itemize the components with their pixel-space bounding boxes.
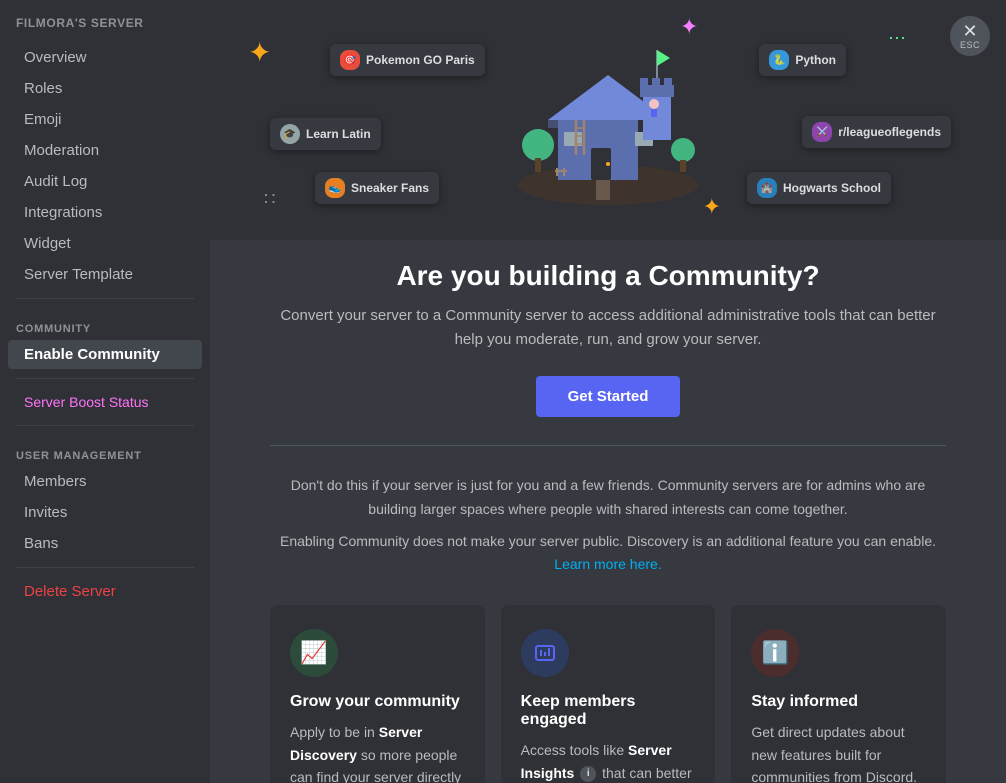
keep-engaged-desc: Access tools like Server Insights i that… xyxy=(521,739,696,783)
section-community: Community xyxy=(0,307,210,339)
star-decoration-pink: ✦ xyxy=(680,14,698,40)
content-area: Are you building a Community? Convert yo… xyxy=(210,240,1006,783)
grow-community-icon: 📈 xyxy=(290,629,338,677)
latin-icon: 🎓 xyxy=(280,124,300,144)
pokemon-icon: 🎯 xyxy=(340,50,360,70)
sidebar-item-integrations[interactable]: Integrations xyxy=(8,198,202,227)
divider-community xyxy=(16,298,194,299)
section-user-management: User Management xyxy=(0,434,210,466)
feature-card-engage: Keep members engaged Access tools like S… xyxy=(501,605,716,783)
star-decoration-2: ✦ xyxy=(703,194,721,220)
divider-danger xyxy=(16,567,194,568)
server-name: Filmora's Server xyxy=(0,16,210,42)
sidebar-item-bans[interactable]: Bans xyxy=(8,529,202,558)
close-icon: ✕ xyxy=(962,22,977,40)
floating-card-sneaker: 👟 Sneaker Fans xyxy=(315,172,439,204)
sidebar-item-delete-server[interactable]: Delete Server xyxy=(8,577,202,606)
sidebar-item-invites[interactable]: Invites xyxy=(8,498,202,527)
stay-informed-title: Stay informed xyxy=(751,693,926,711)
warning-text-1: Don't do this if your server is just for… xyxy=(270,474,946,522)
grow-community-title: Grow your community xyxy=(290,693,465,711)
esc-label: ESC xyxy=(960,40,980,50)
learn-more-link[interactable]: Learn more here. xyxy=(554,556,661,572)
floating-card-pokemon: 🎯 Pokemon GO Paris xyxy=(330,44,485,76)
sidebar-item-widget[interactable]: Widget xyxy=(8,229,202,258)
community-subtitle: Convert your server to a Community serve… xyxy=(278,304,938,352)
floating-card-hogwarts: 🏰 Hogwarts School xyxy=(747,172,891,204)
feature-card-informed: ℹ️ Stay informed Get direct updates abou… xyxy=(731,605,946,783)
divider-boost xyxy=(16,378,194,379)
divider-user-mgmt xyxy=(16,425,194,426)
stay-informed-desc: Get direct updates about new features bu… xyxy=(751,721,926,783)
main-content: ✕ ESC ✦ ✦ ✦ ∷ ⋯ 🎯 Pokemon GO Paris 🐍 Pyt… xyxy=(210,0,1006,783)
league-icon: ⚔️ xyxy=(812,122,832,142)
hero-area: ✦ ✦ ✦ ∷ ⋯ 🎯 Pokemon GO Paris 🐍 Python 🎓 … xyxy=(210,0,1006,240)
keep-engaged-title: Keep members engaged xyxy=(521,693,696,729)
sidebar-item-server-template[interactable]: Server Template xyxy=(8,260,202,289)
sneaker-icon: 👟 xyxy=(325,178,345,198)
page-title: Are you building a Community? xyxy=(270,260,946,292)
sidebar-item-roles[interactable]: Roles xyxy=(8,74,202,103)
feature-cards: 📈 Grow your community Apply to be in Ser… xyxy=(270,605,946,783)
teal-dots-decoration: ⋯ xyxy=(888,28,906,49)
warning-text-2: Enabling Community does not make your se… xyxy=(270,530,946,578)
stay-informed-icon: ℹ️ xyxy=(751,629,799,677)
info-icon: i xyxy=(580,766,596,782)
sidebar-item-server-boost[interactable]: Server Boost Status xyxy=(8,388,202,416)
divider-main xyxy=(270,445,946,446)
hogwarts-icon: 🏰 xyxy=(757,178,777,198)
sidebar-item-overview[interactable]: Overview xyxy=(8,43,202,72)
python-icon: 🐍 xyxy=(769,50,789,70)
sidebar-item-emoji[interactable]: Emoji xyxy=(8,105,202,134)
sidebar-item-enable-community[interactable]: Enable Community xyxy=(8,340,202,369)
floating-card-python: 🐍 Python xyxy=(759,44,846,76)
floating-card-latin: 🎓 Learn Latin xyxy=(270,118,381,150)
feature-card-grow: 📈 Grow your community Apply to be in Ser… xyxy=(270,605,485,783)
sidebar-item-members[interactable]: Members xyxy=(8,467,202,496)
hero-illustration xyxy=(488,20,728,220)
close-button[interactable]: ✕ ESC xyxy=(950,16,990,56)
dots-decoration: ∷ xyxy=(264,189,277,210)
sidebar-item-audit-log[interactable]: Audit Log xyxy=(8,167,202,196)
floating-card-league: ⚔️ r/leagueoflegends xyxy=(802,116,951,148)
keep-engaged-icon xyxy=(521,629,569,677)
sidebar: Filmora's Server Overview Roles Emoji Mo… xyxy=(0,0,210,783)
sidebar-item-moderation[interactable]: Moderation xyxy=(8,136,202,165)
grow-community-desc: Apply to be in Server Discovery so more … xyxy=(290,721,465,783)
get-started-button[interactable]: Get Started xyxy=(536,376,681,417)
star-decoration-1: ✦ xyxy=(248,36,271,69)
